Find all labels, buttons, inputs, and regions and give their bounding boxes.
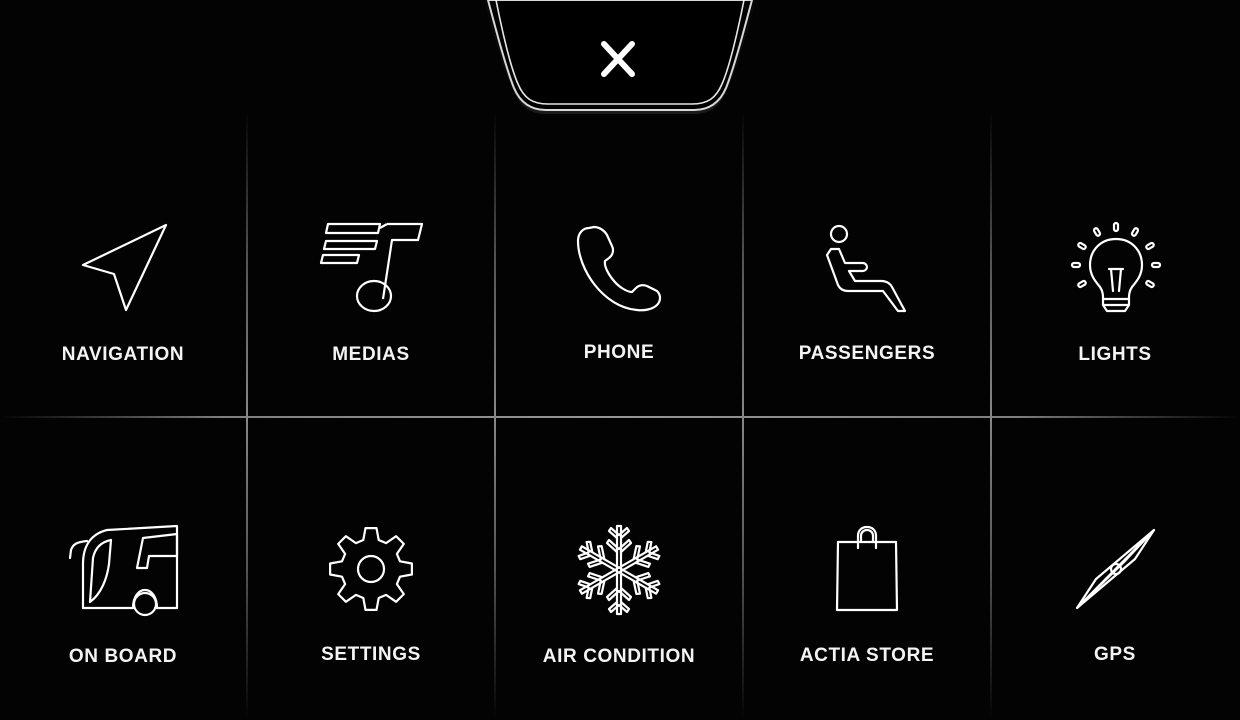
home-menu-screen: NAVIGATION MEDIAS PHONE PASSENGERS LIGHT… xyxy=(0,0,1240,720)
music-note-icon xyxy=(319,222,424,325)
gear-icon xyxy=(321,524,421,624)
tile-label: MEDIAS xyxy=(332,344,410,365)
phone-icon xyxy=(569,225,669,325)
tile-label: ACTIA STORE xyxy=(799,645,935,666)
tile-label: AIR CONDITION xyxy=(542,646,696,667)
tile-settings[interactable]: SETTINGS xyxy=(248,420,494,716)
tile-label: PASSENGERS xyxy=(798,343,936,364)
tile-label: ON BOARD xyxy=(68,646,178,667)
shopping-bag-icon xyxy=(817,524,917,624)
row-divider xyxy=(0,416,1240,418)
bus-icon xyxy=(68,524,179,624)
compass-icon xyxy=(1065,524,1165,624)
tile-lights[interactable]: LIGHTS xyxy=(992,120,1238,416)
light-bulb-icon xyxy=(1065,221,1165,325)
close-button[interactable] xyxy=(482,0,758,122)
tile-gps[interactable]: GPS xyxy=(992,420,1238,716)
tile-label: GPS xyxy=(1094,644,1136,665)
tile-phone[interactable]: PHONE xyxy=(496,120,742,416)
tile-label: SETTINGS xyxy=(321,644,421,665)
tile-label: NAVIGATION xyxy=(61,344,185,365)
navigation-arrow-icon xyxy=(73,223,173,325)
tile-label: PHONE xyxy=(583,342,655,363)
tile-on-board[interactable]: ON BOARD xyxy=(0,420,246,716)
seated-passenger-icon xyxy=(817,224,917,325)
tile-passengers[interactable]: PASSENGERS xyxy=(744,120,990,416)
tile-navigation[interactable]: NAVIGATION xyxy=(0,120,246,416)
tile-actia-store[interactable]: ACTIA STORE xyxy=(744,420,990,716)
tile-air-condition[interactable]: AIR CONDITION xyxy=(496,420,742,716)
tile-label: LIGHTS xyxy=(1078,344,1152,365)
tile-medias[interactable]: MEDIAS xyxy=(248,120,494,416)
snowflake-icon xyxy=(569,524,669,624)
